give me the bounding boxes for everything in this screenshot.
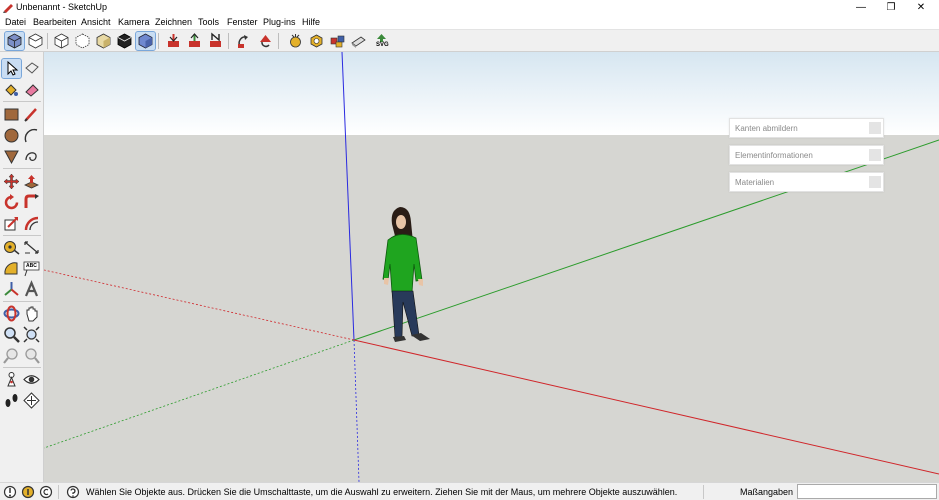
pan-icon[interactable] <box>22 304 41 323</box>
wireframe-style-icon[interactable] <box>164 32 183 50</box>
xray-style-icon[interactable] <box>135 31 156 51</box>
credits-icon[interactable] <box>21 485 35 499</box>
previous-view-icon[interactable] <box>2 346 21 365</box>
panel-title: Kanten abmildern <box>735 124 798 133</box>
tool-palette: ABC <box>0 52 44 482</box>
left-view-icon[interactable] <box>115 32 134 50</box>
panel-expand-button[interactable] <box>869 176 881 188</box>
drawing-area[interactable]: Kanten abmildern Elementinformationen Ma… <box>44 52 939 482</box>
push-pull-icon[interactable] <box>22 172 41 191</box>
move-icon[interactable] <box>2 172 21 191</box>
geolocation-icon[interactable] <box>3 485 17 499</box>
main-toolbar: SVG <box>0 29 939 52</box>
status-hint-text: Wählen Sie Objekte aus. Drücken Sie die … <box>86 487 678 497</box>
top-view-icon[interactable] <box>26 32 45 50</box>
panel-expand-button[interactable] <box>869 149 881 161</box>
shaded-textures-style-icon[interactable] <box>206 32 225 50</box>
panel-materialien[interactable]: Materialien <box>729 172 884 192</box>
menu-bar: Datei Bearbeiten Ansicht Kamera Zeichnen… <box>0 16 939 29</box>
front-view-icon[interactable] <box>52 32 71 50</box>
rectangle-icon[interactable] <box>2 105 21 124</box>
status-bar: Wählen Sie Objekte aus. Drücken Sie die … <box>0 482 939 500</box>
close-button[interactable]: ✕ <box>906 0 936 15</box>
zoom-icon[interactable] <box>2 325 21 344</box>
iso-view-icon[interactable] <box>4 31 25 51</box>
select-icon[interactable] <box>1 58 22 79</box>
freehand-icon[interactable] <box>22 147 41 166</box>
menu-ansicht[interactable]: Ansicht <box>81 17 111 27</box>
paint-bucket-icon[interactable] <box>2 80 21 99</box>
polygon-icon[interactable] <box>2 147 21 166</box>
menu-zeichnen[interactable]: Zeichnen <box>155 17 192 27</box>
tape-measure-icon[interactable] <box>2 238 21 257</box>
circle-icon[interactable] <box>2 126 21 145</box>
scale-icon[interactable] <box>2 214 21 233</box>
panel-title: Elementinformationen <box>735 151 813 160</box>
import-3dw-icon[interactable] <box>235 32 254 50</box>
menu-bearbeiten[interactable]: Bearbeiten <box>33 17 77 27</box>
share-model-icon[interactable] <box>286 32 305 50</box>
get-models-icon[interactable] <box>307 32 326 50</box>
minimize-button[interactable]: — <box>846 0 876 15</box>
axes-icon[interactable] <box>2 280 21 299</box>
copyright-icon[interactable] <box>39 485 53 499</box>
right-view-icon[interactable] <box>73 32 92 50</box>
panel-elementinformationen[interactable]: Elementinformationen <box>729 145 884 165</box>
look-around-icon[interactable] <box>22 370 41 389</box>
measurements-label: Maßangaben <box>740 487 794 497</box>
walk-icon[interactable] <box>2 391 21 410</box>
eraser-icon[interactable] <box>22 80 41 99</box>
panel-title: Materialien <box>735 178 775 187</box>
rotate-icon[interactable] <box>2 193 21 212</box>
measurements-input[interactable] <box>797 484 937 499</box>
dimension-icon[interactable] <box>22 238 41 257</box>
menu-fenster[interactable]: Fenster <box>227 17 258 27</box>
section-plane-icon[interactable] <box>22 391 41 410</box>
next-view-icon[interactable] <box>22 346 41 365</box>
orbit-icon[interactable] <box>2 304 21 323</box>
back-view-icon[interactable] <box>94 32 113 50</box>
maximize-button[interactable]: ❐ <box>876 0 906 15</box>
follow-me-icon[interactable] <box>22 193 41 212</box>
panel-kanten-abmildern[interactable]: Kanten abmildern <box>729 118 884 138</box>
share-component-icon[interactable] <box>328 32 347 50</box>
menu-datei[interactable]: Datei <box>5 17 26 27</box>
protractor-icon[interactable] <box>2 259 21 278</box>
panel-expand-button[interactable] <box>869 122 881 134</box>
menu-kamera[interactable]: Kamera <box>118 17 150 27</box>
sketchup-app-icon <box>3 4 13 13</box>
text-icon[interactable]: ABC <box>22 259 41 278</box>
export-3dw-icon[interactable] <box>256 32 275 50</box>
title-bar: Unbenannt - SketchUp — ❐ ✕ <box>0 0 939 16</box>
scene-canvas <box>44 52 939 482</box>
svg-export-label: SVG <box>376 42 389 48</box>
position-camera-icon[interactable] <box>2 370 21 389</box>
dynamic-components-icon[interactable] <box>349 32 368 50</box>
zoom-extents-icon[interactable] <box>22 325 41 344</box>
window-title: Unbenannt - SketchUp <box>16 2 108 12</box>
help-icon[interactable] <box>66 485 80 499</box>
line-icon[interactable] <box>22 105 41 124</box>
3d-text-icon[interactable] <box>22 280 41 299</box>
arc-icon[interactable] <box>22 126 41 145</box>
menu-plugins[interactable]: Plug-ins <box>263 17 296 27</box>
shaded-style-icon[interactable] <box>185 32 204 50</box>
make-component-icon[interactable] <box>22 59 41 78</box>
text-tool-label: ABC <box>26 263 37 269</box>
menu-hilfe[interactable]: Hilfe <box>302 17 320 27</box>
offset-icon[interactable] <box>22 214 41 233</box>
menu-tools[interactable]: Tools <box>198 17 219 27</box>
svg-export-icon[interactable]: SVG <box>372 32 391 50</box>
